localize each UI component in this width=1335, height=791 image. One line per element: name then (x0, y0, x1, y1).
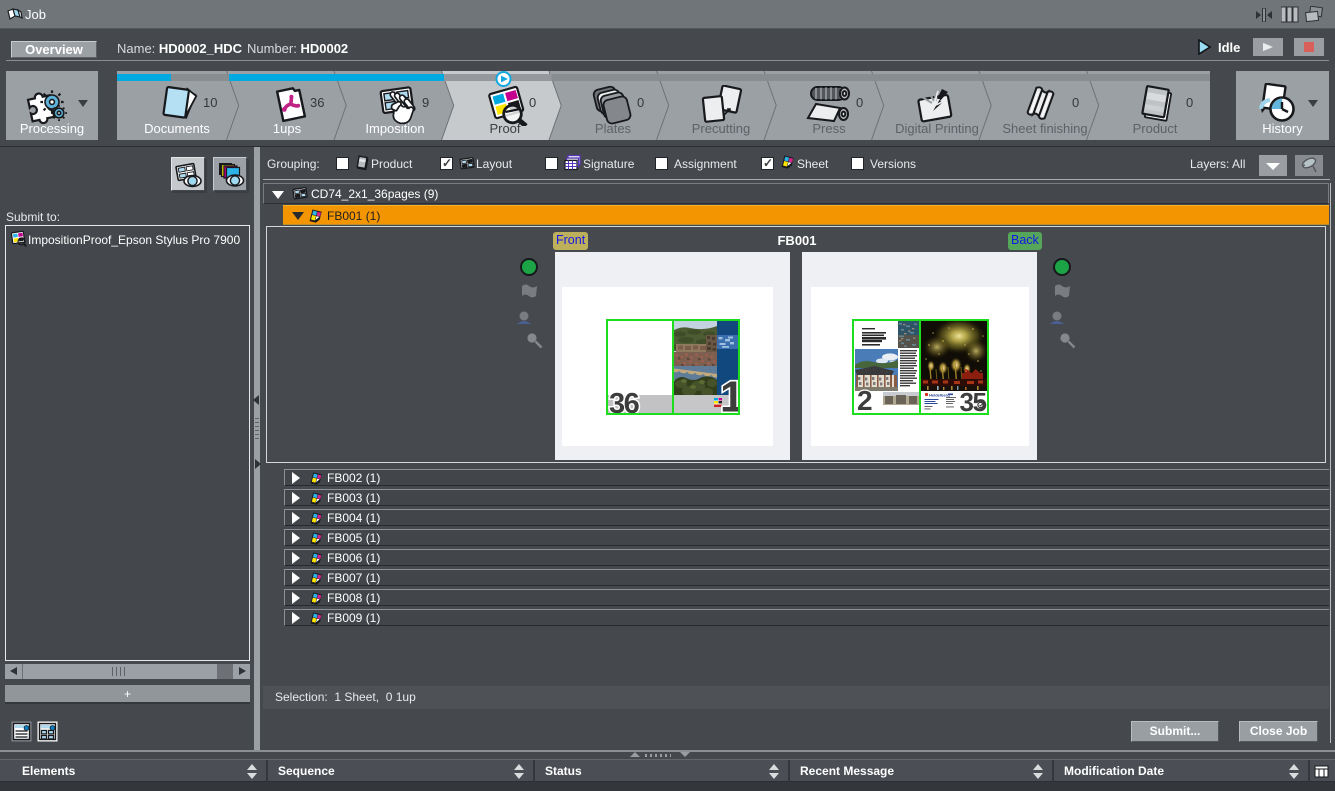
svg-text:35: 35 (960, 387, 987, 413)
svg-text:Heidelberg: Heidelberg (929, 393, 950, 398)
svg-text:36: 36 (609, 388, 640, 413)
svg-text:2: 2 (857, 385, 873, 413)
svg-text:1: 1 (720, 373, 738, 414)
